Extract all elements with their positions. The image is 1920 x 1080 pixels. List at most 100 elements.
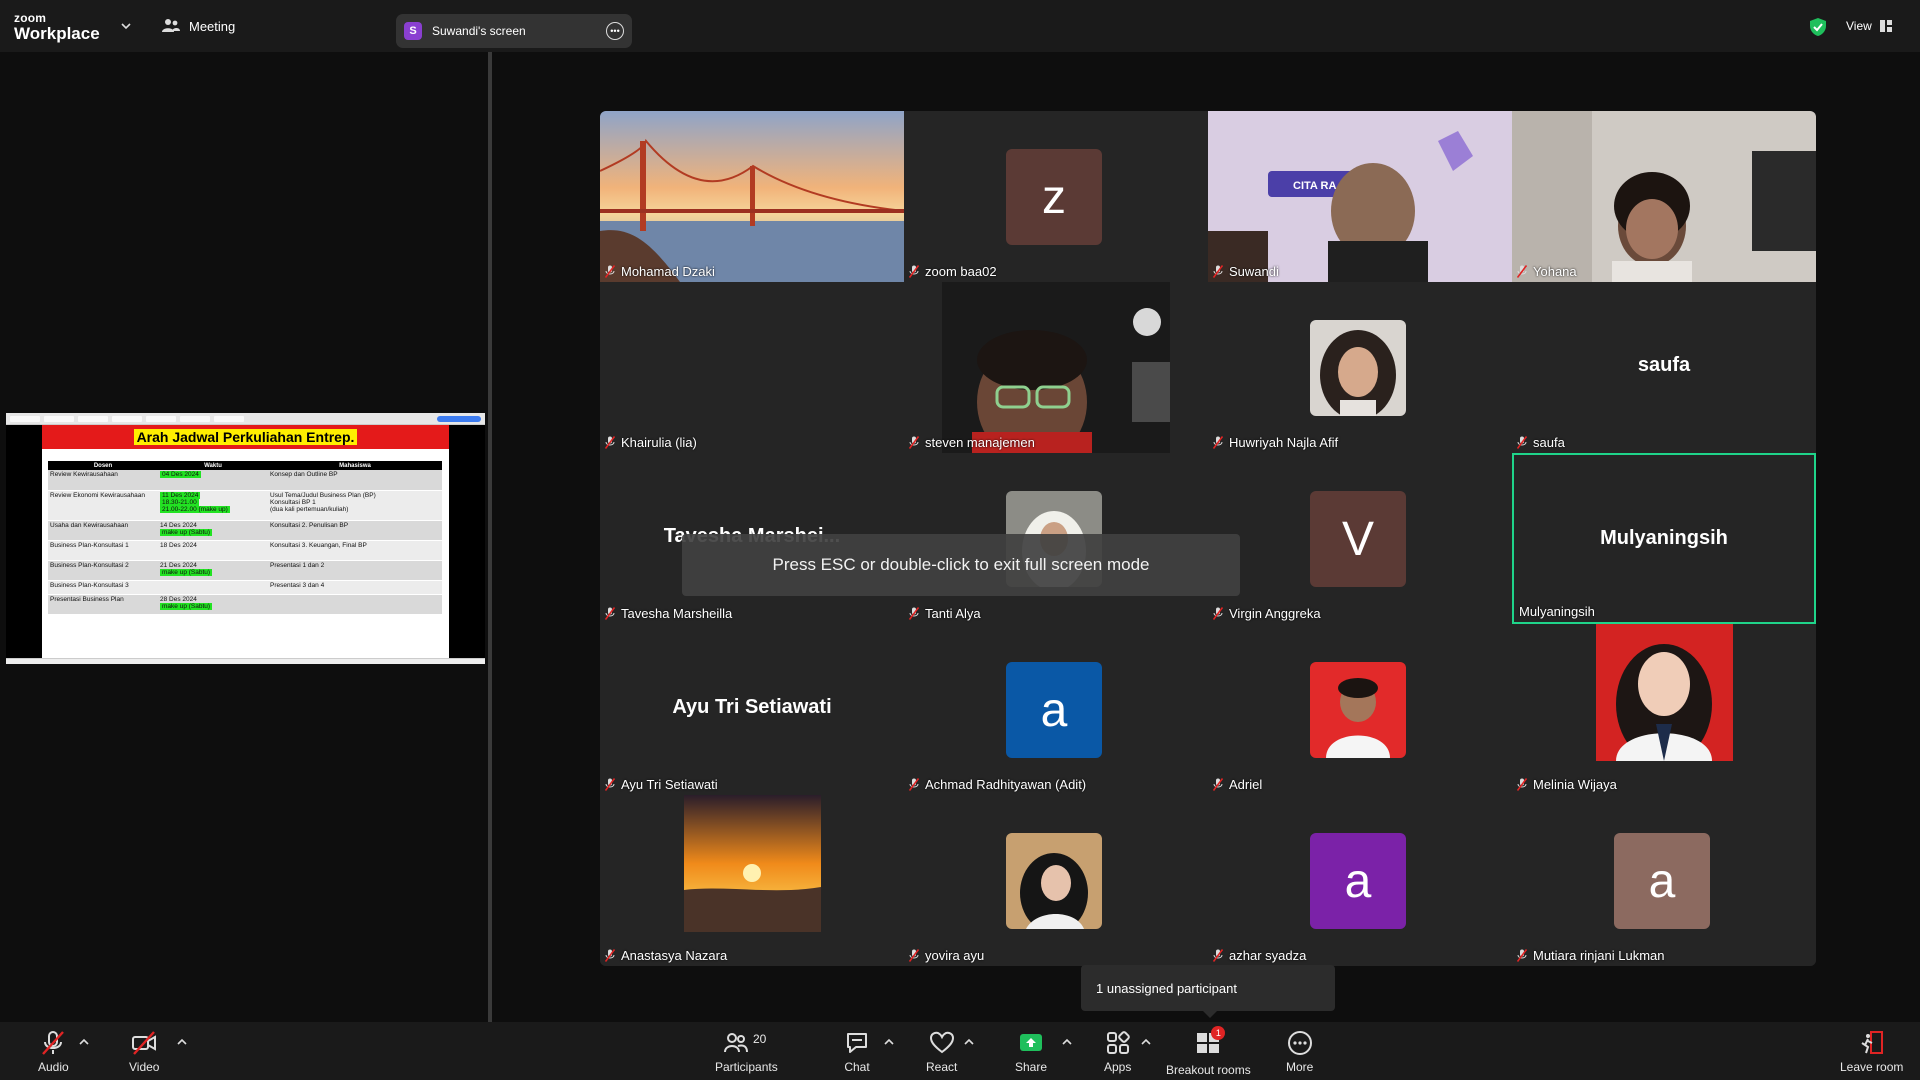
- participant-photo: [684, 795, 821, 932]
- react-button[interactable]: React: [926, 1030, 957, 1074]
- muted-mic-icon: [1213, 949, 1223, 962]
- breakout-rooms-button[interactable]: 1 Breakout rooms: [1166, 1026, 1251, 1077]
- participant-tile[interactable]: yovira ayu: [904, 795, 1208, 966]
- schedule-waktu-line: 28 Des 2024: [160, 595, 197, 603]
- schedule-dosen-cell: Review Kewirausahaan: [48, 470, 158, 491]
- fullscreen-exit-toast: Press ESC or double-click to exit full s…: [682, 534, 1240, 596]
- participant-name: yovira ayu: [925, 948, 985, 963]
- schedule-row: Usaha dan Kewirausahaan 14 Des 2024 make u…: [48, 520, 442, 541]
- schedule-mahasiswa-cell: Usul Tema/Judul Business Plan (BP) Konsul…: [268, 490, 442, 521]
- video-button[interactable]: Video: [129, 1030, 159, 1074]
- share-options-caret-icon[interactable]: [1061, 1036, 1073, 1048]
- participant-tile[interactable]: a Mutiara rinjani Lukman: [1512, 795, 1816, 966]
- participant-tile[interactable]: Yohana: [1512, 111, 1816, 282]
- participant-tile[interactable]: Khairulia (lia): [600, 282, 904, 453]
- participant-photo: [1596, 624, 1733, 761]
- share-button[interactable]: Share: [1015, 1030, 1047, 1074]
- schedule-mahasiswa-line: (dua kali pertemuan/kuliah): [270, 505, 349, 513]
- share-label: Share: [1015, 1060, 1048, 1074]
- chat-options-caret-icon[interactable]: [883, 1036, 895, 1048]
- shared-screen-label: Suwandi's screen: [432, 24, 526, 38]
- participant-tile[interactable]: V Virgin Anggreka: [1208, 453, 1512, 624]
- participant-name-label: Tanti Alya: [909, 606, 981, 621]
- participant-tile[interactable]: Adriel: [1208, 624, 1512, 795]
- suwandi-video-feed: CITA RA... NIS YA...: [1208, 111, 1512, 282]
- security-shield-icon[interactable]: [1808, 17, 1828, 37]
- shared-screen-content[interactable]: Arah Jadwal Perkuliahan Entrep. Dosen Wak…: [6, 413, 485, 664]
- react-label: React: [926, 1060, 958, 1074]
- schedule-mahasiswa-line: Konsultasi BP 1: [270, 498, 316, 506]
- participant-name-label: zoom baa02: [909, 264, 997, 279]
- participant-tile[interactable]: a Achmad Radhityawan (Adit): [904, 624, 1208, 795]
- participant-tile[interactable]: Mulyaningsih Mulyaningsih: [1512, 453, 1816, 624]
- participant-name: Mutiara rinjani Lukman: [1533, 948, 1665, 963]
- meeting-label: Meeting: [189, 18, 236, 34]
- participant-name: Tavesha Marsheilla: [621, 606, 733, 621]
- leave-room-label: Leave room: [1840, 1060, 1904, 1074]
- schedule-mahasiswa-line: Konsultasi 3. Keuangan, Final BP: [270, 541, 367, 549]
- breakout-rooms-label: Breakout rooms: [1166, 1063, 1251, 1077]
- participant-tile[interactable]: Huwriyah Najla Afif: [1208, 282, 1512, 453]
- chat-button[interactable]: Chat: [844, 1030, 870, 1074]
- more-button[interactable]: More: [1286, 1030, 1313, 1074]
- more-options-icon[interactable]: •••: [606, 22, 624, 40]
- grid-view-icon: [1879, 20, 1892, 32]
- schedule-dosen-cell: Business Plan-Konsultasi 1: [48, 540, 158, 561]
- schedule-mahasiswa-cell: Presentasi 1 dan 2: [268, 560, 442, 581]
- apps-button[interactable]: Apps: [1104, 1030, 1131, 1074]
- participant-avatar: V: [1310, 491, 1406, 587]
- schedule-mahasiswa-cell: Presentasi 3 dan 4: [268, 580, 442, 595]
- participant-name: Ayu Tri Setiawati: [621, 777, 718, 792]
- participant-tile[interactable]: steven manajemen: [904, 282, 1208, 453]
- view-button[interactable]: View: [1846, 19, 1892, 33]
- unassigned-participant-tooltip[interactable]: 1 unassigned participant: [1081, 965, 1335, 1018]
- participant-name-label: Virgin Anggreka: [1213, 606, 1321, 621]
- participant-name-label: Mutiara rinjani Lukman: [1517, 948, 1665, 963]
- video-options-caret-icon[interactable]: [176, 1036, 188, 1048]
- participant-tile[interactable]: Melinia Wijaya: [1512, 624, 1816, 795]
- participant-name: Mohamad Dzaki: [621, 264, 715, 279]
- participant-tile[interactable]: saufa saufa: [1512, 282, 1816, 453]
- participant-name: Khairulia (lia): [621, 435, 697, 450]
- participant-avatar: a: [1310, 833, 1406, 929]
- schedule-mahasiswa-line: Presentasi 3 dan 4: [270, 581, 325, 589]
- participant-name-label: Achmad Radhityawan (Adit): [909, 777, 1086, 792]
- apps-options-caret-icon[interactable]: [1140, 1036, 1152, 1048]
- react-options-caret-icon[interactable]: [963, 1036, 975, 1048]
- schedule-column-header: Waktu: [158, 461, 268, 470]
- participant-name: Yohana: [1533, 264, 1577, 279]
- schedule-waktu-line: make up (Sabtu): [160, 528, 213, 536]
- participant-name-label: Melinia Wijaya: [1517, 777, 1617, 792]
- participant-tile[interactable]: Ayu Tri Setiawati Ayu Tri Setiawati: [600, 624, 904, 795]
- participant-photo: [1310, 320, 1406, 416]
- apps-label: Apps: [1104, 1060, 1132, 1074]
- schedule-waktu-line: 21 Des 2024: [160, 561, 197, 569]
- schedule-column-header: Mahasiswa: [268, 461, 442, 470]
- schedule-waktu-cell: 28 Des 2024 make up (Sabtu): [158, 594, 268, 615]
- zoom-workplace-logo[interactable]: zoom Workplace: [14, 12, 100, 42]
- participant-name: Adriel: [1229, 777, 1263, 792]
- participant-tile[interactable]: Mohamad Dzaki: [600, 111, 904, 282]
- shared-screen-pill[interactable]: S Suwandi's screen •••: [396, 14, 632, 48]
- schedule-column-header: Dosen: [48, 461, 158, 470]
- schedule-mahasiswa-line: Konsultasi 2. Penulisan BP: [270, 521, 349, 529]
- audio-button[interactable]: Audio: [38, 1030, 69, 1074]
- audio-options-caret-icon[interactable]: [78, 1036, 90, 1048]
- participant-name-label: Adriel: [1213, 777, 1262, 792]
- participants-button[interactable]: 20 Participants: [715, 1030, 778, 1074]
- schedule-row: Business Plan-Konsultasi 2 21 Des 2024 mak…: [48, 560, 442, 581]
- participant-tile[interactable]: z zoom baa02: [904, 111, 1208, 282]
- chevron-down-icon[interactable]: [120, 20, 132, 32]
- schedule-mahasiswa-line: Usul Tema/Judul Business Plan (BP): [270, 491, 376, 499]
- participant-tile[interactable]: CITA RA... NIS YA...Suwandi: [1208, 111, 1512, 282]
- participant-name: Tanti Alya: [925, 606, 981, 621]
- participant-name: Virgin Anggreka: [1229, 606, 1321, 621]
- participant-tile[interactable]: Anastasya Nazara: [600, 795, 904, 966]
- brand-small-text: zoom: [14, 11, 47, 25]
- panel-divider-handle[interactable]: [488, 52, 492, 1022]
- leave-room-button[interactable]: Leave room: [1840, 1030, 1903, 1074]
- video-off-icon: [132, 1031, 157, 1055]
- schedule-dosen-cell: Usaha dan Kewirausahaan: [48, 520, 158, 541]
- meeting-button[interactable]: Meeting: [162, 18, 235, 34]
- participant-tile[interactable]: a azhar syadza: [1208, 795, 1512, 966]
